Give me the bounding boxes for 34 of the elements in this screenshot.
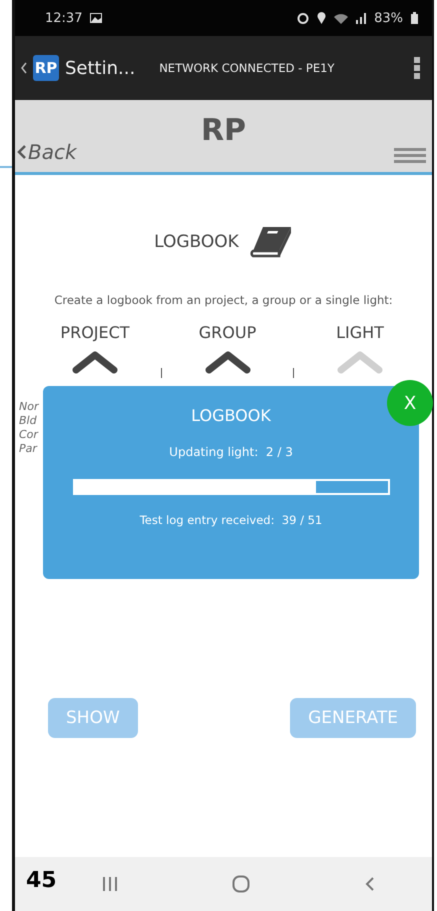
back-icon[interactable] <box>364 876 375 892</box>
location-icon <box>317 12 326 24</box>
connection-status: NETWORK CONNECTED - PE1Y <box>159 61 334 75</box>
image-icon <box>90 13 102 23</box>
home-icon[interactable] <box>232 875 250 893</box>
update-status: Updating light: 2 / 3 <box>169 445 293 459</box>
source-option[interactable]: GROUP <box>178 323 278 374</box>
log-entry-status: Test log entry received: 39 / 51 <box>140 513 322 527</box>
wifi-icon <box>334 12 348 24</box>
source-option[interactable]: PROJECT <box>45 323 145 374</box>
header-logo: RP <box>202 112 246 150</box>
back-link[interactable]: Back <box>17 140 77 164</box>
battery-percent: 83% <box>374 10 403 26</box>
app-logo: RP <box>33 55 59 81</box>
info-text: Cor <box>19 428 38 442</box>
close-button[interactable]: X <box>387 380 433 426</box>
status-time: 12:37 <box>45 10 82 26</box>
info-text: Par <box>19 442 38 456</box>
page-number: 45 <box>26 868 57 893</box>
info-text: Nor <box>19 400 38 414</box>
menu-icon[interactable] <box>394 148 426 164</box>
info-text: Bld <box>19 414 38 428</box>
recent-apps-icon[interactable] <box>102 876 118 892</box>
app-title: Settin... <box>65 58 136 78</box>
signal-icon <box>356 12 366 24</box>
logbook-description: Create a logbook from an project, a group or a single light: <box>54 293 393 307</box>
alarm-icon <box>297 12 310 24</box>
logbook-title: LOGBOOK <box>154 232 239 252</box>
back-chevron-icon[interactable] <box>21 62 27 74</box>
book-icon <box>248 225 293 259</box>
battery-icon <box>411 12 418 24</box>
chevron-left-icon <box>17 145 27 159</box>
more-options-icon[interactable] <box>414 57 420 79</box>
dialog-title: LOGBOOK <box>191 406 271 425</box>
